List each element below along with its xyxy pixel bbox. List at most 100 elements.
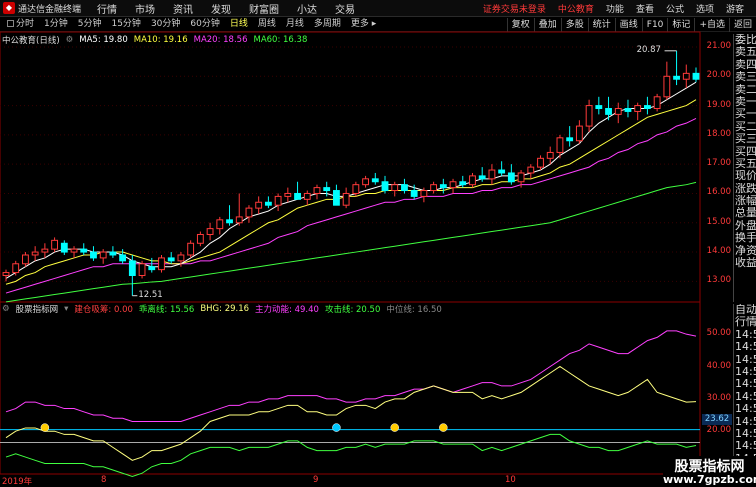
current-value-badge: 23.62 [702,414,732,426]
price-tick-label: 16.00 [706,187,731,198]
candle-body [391,184,399,192]
tick-time-label: 行情 [735,316,756,329]
quote-field-label: 收益 [735,257,756,270]
chart-canvas[interactable] [0,0,756,487]
candle-body [692,72,700,80]
signal-marker-icon [390,423,399,432]
sub-chart-group [0,330,700,477]
price-tick-label: 13.00 [706,275,731,286]
ma20-line [5,118,697,294]
price-tick-label: 18.00 [706,128,731,139]
candle-body [362,178,369,186]
candle-body [537,157,544,168]
quote-field-label: 卖二 [735,83,756,96]
candle-body [138,263,146,276]
quote-field-label: 买三 [735,133,756,146]
candle-body [556,137,564,153]
quote-field-label: 净资 [735,244,756,257]
candle-body [274,195,282,206]
candle-body [119,254,127,262]
indicator-line [5,433,697,477]
price-tick-label: 20.00 [706,70,731,81]
candle-body [585,105,593,127]
quote-field-label: 买二 [735,120,756,133]
candle-body [478,175,486,180]
tick-time-label: 14:5 [735,427,756,440]
quote-field-label: 买四 [735,145,756,158]
tick-panel: 自动行情14:514:514:514:514:514:514:514:514:5… [733,304,756,477]
candle-body [449,181,457,189]
candle-body [546,151,554,159]
candle-body [264,201,272,206]
candle-body [167,257,175,262]
candle-body [488,169,496,180]
candle-body [342,192,350,206]
candle-body [22,254,29,265]
candle-body [401,184,408,192]
quote-field-label: 卖四 [735,58,756,71]
candle-body [109,251,117,256]
candle-body [614,108,622,115]
candle-body [303,192,311,200]
low-price-annotation: 12.51 [138,289,163,300]
candle-body [371,178,379,183]
candle-body [595,105,603,110]
candle-body [430,184,438,192]
candle-body [624,108,632,112]
indicator-tick-label: 30.00 [706,392,731,403]
candle-body [158,257,165,271]
candle-body [653,96,661,110]
quote-field-label: 卖五 [735,46,756,59]
candle-body [323,187,331,192]
date-label-sep: 9 [313,475,319,485]
candle-body [31,251,39,256]
candle-body [313,187,321,194]
candle-body [12,263,20,274]
candle-body [439,184,447,189]
candle-body [226,219,233,224]
candle-body [517,172,525,183]
candle-body [148,266,156,271]
candle-body [634,105,642,112]
tick-time-label: 14:5 [735,440,756,453]
candle-body [216,219,224,230]
candle-body [663,75,671,98]
price-tick-label: 15.00 [706,216,731,227]
candle-body [196,233,204,244]
tick-time-label: 14:5 [735,341,756,354]
date-label-aug: 8 [101,475,107,485]
candle-body [187,242,195,256]
tick-time-label: 14:5 [735,378,756,391]
candle-body [235,216,243,224]
price-tick-label: 21.00 [706,41,731,51]
tick-time-label: 14:5 [735,390,756,403]
candle-body [294,192,301,200]
quote-field-label: 委比 [735,34,756,46]
watermark: 股票指标网 www.7gpzb.com [663,456,756,487]
quote-field-label: 现价 [735,170,756,183]
indicator-tick-label: 40.00 [706,360,731,371]
candle-body [177,254,185,262]
quote-field-label: 总量 [735,207,756,220]
quote-panel: 委比 卖五 卖四 卖三 卖二 卖一 买一 买二 买三 买四 买五 现价 涨跌 涨幅 总量 外盘 换手 净资 收益 [733,34,756,302]
candle-body [2,272,10,276]
main-chart-frame [0,31,701,303]
date-label-oct: 10 [505,475,516,485]
candle-body [498,169,506,174]
candle-body [333,190,340,206]
tick-time-label: 14:5 [735,403,756,416]
quote-field-label: 卖三 [735,71,756,84]
candle-body [459,181,467,186]
signal-marker-icon [332,423,341,432]
date-label-year: 2019年 [2,477,33,487]
quote-field-label: 换手 [735,232,756,245]
candle-body [469,175,476,186]
candle-body [90,251,97,259]
candle-body [255,201,263,209]
candle-body [643,105,651,110]
candle-body [507,172,515,183]
candle-body [566,137,574,142]
ma60-line [5,181,697,303]
price-tick-label: 19.00 [706,99,731,110]
tick-time-label: 自动 [735,304,756,316]
